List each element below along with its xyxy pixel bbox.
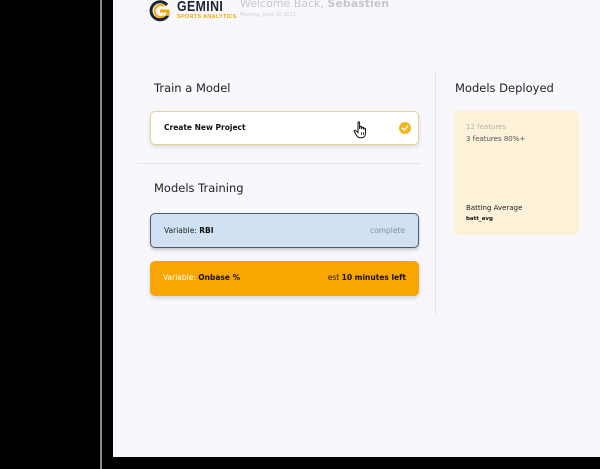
training-status: complete [369, 226, 405, 235]
deployed-model-card[interactable]: 12 features 3 features 80%+ Batting Aver… [454, 111, 579, 235]
brand-name: GEMINI [177, 0, 224, 15]
section-divider [137, 163, 420, 164]
training-card-rbi[interactable]: Variable: RBI complete [150, 213, 419, 248]
features-count: 12 features [466, 123, 507, 131]
create-project-label: Create New Project [164, 123, 246, 132]
device-frame-edge [100, 0, 102, 469]
training-card-onbase[interactable]: Variable: Onbase % est 10 minutes left [150, 261, 419, 296]
training-variable: Variable: RBI [164, 226, 214, 235]
device-bottom-bezel [113, 457, 600, 469]
training-variable: Variable: Onbase % [163, 273, 241, 282]
user-name: Sebastien [327, 0, 390, 10]
create-project-button[interactable]: Create New Project [150, 111, 419, 145]
app-screen: GEMINI SPORTS ANALYTICS Welcome Back, Se… [113, 0, 600, 457]
welcome-message: Welcome Back, Sebastien [240, 0, 389, 10]
training-eta: est 10 minutes left [327, 273, 406, 282]
hand-pointer-icon [353, 121, 366, 139]
train-model-title: Train a Model [154, 81, 231, 95]
models-training-title: Models Training [154, 181, 244, 195]
current-date: Monday, June 20 2021 [240, 12, 297, 18]
gemini-logo-icon [149, 0, 170, 22]
deployed-model-id: batt_avg [466, 216, 493, 222]
column-divider [435, 72, 436, 314]
deployed-model-name: Batting Average [466, 204, 523, 212]
welcome-prefix: Welcome Back, [240, 0, 328, 10]
models-deployed-title: Models Deployed [455, 81, 554, 95]
brand-logo[interactable]: GEMINI SPORTS ANALYTICS [149, 0, 239, 26]
brand-tagline: SPORTS ANALYTICS [177, 14, 237, 20]
features-detail: 3 features 80%+ [466, 135, 526, 143]
check-circle-icon [399, 122, 411, 134]
